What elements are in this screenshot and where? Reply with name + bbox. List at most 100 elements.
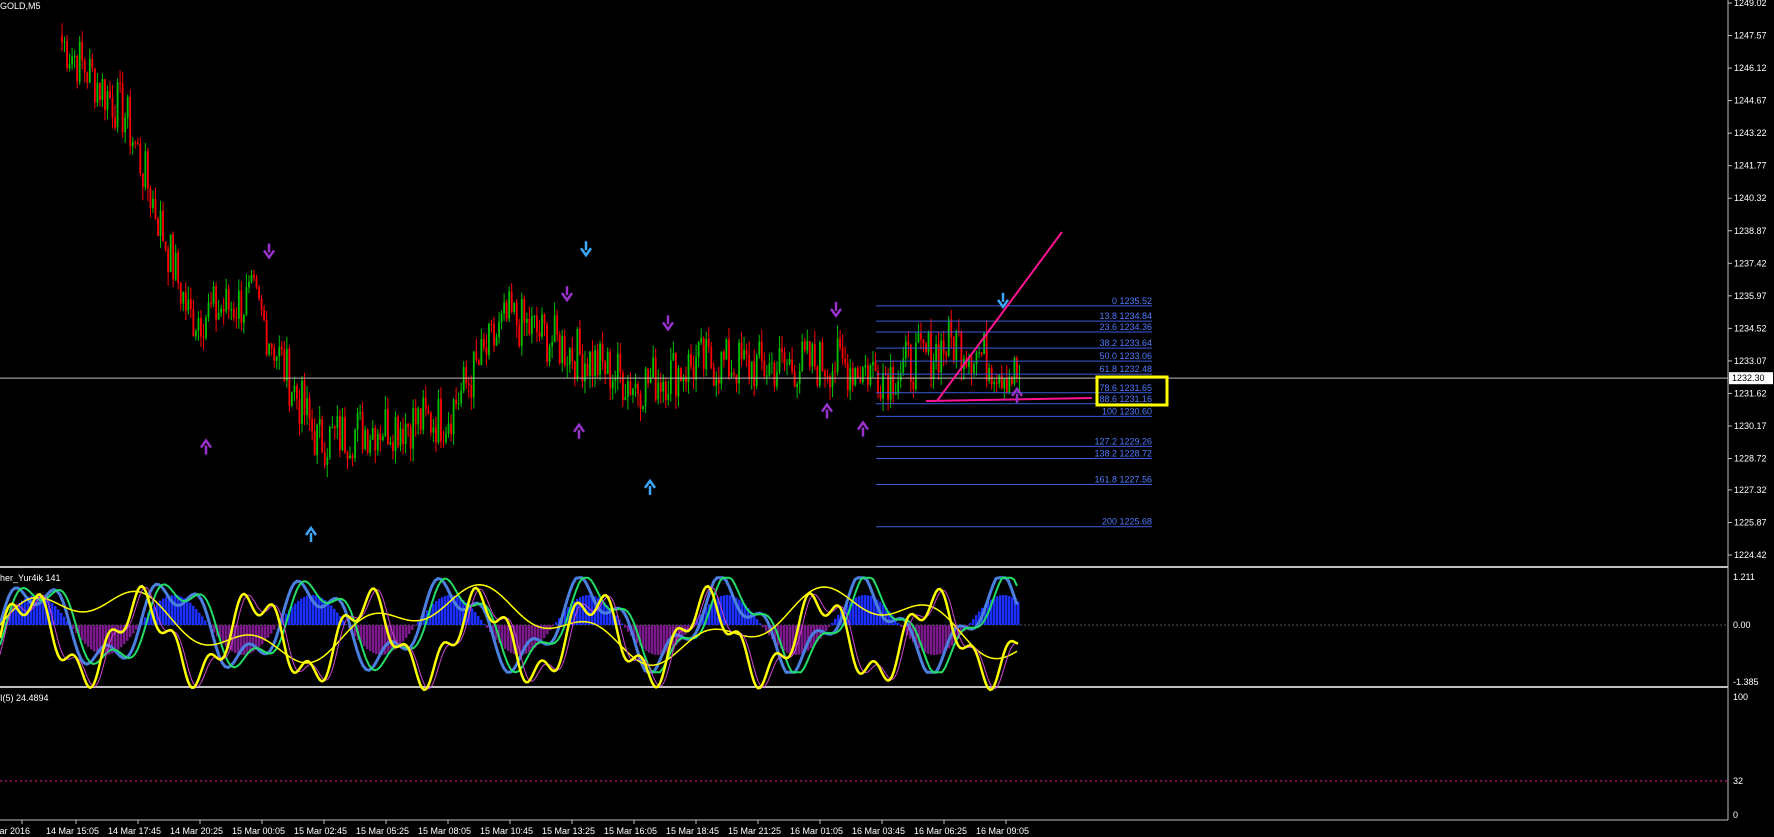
candle-body bbox=[432, 427, 435, 433]
candle-body bbox=[480, 339, 483, 366]
candle-body bbox=[472, 351, 475, 398]
candle-body bbox=[490, 323, 493, 325]
candle-body bbox=[920, 333, 922, 340]
indicator1-bar bbox=[729, 595, 732, 625]
candle-body bbox=[184, 291, 187, 311]
candle-body bbox=[311, 419, 314, 432]
candle-body bbox=[197, 317, 200, 331]
price-tick-label: 1238.87 bbox=[1734, 226, 1767, 236]
candle-body bbox=[626, 381, 629, 398]
candle-body bbox=[735, 374, 738, 384]
price-tick-label: 1234.52 bbox=[1734, 323, 1767, 333]
candle-body bbox=[568, 348, 571, 365]
indicator1-bar bbox=[273, 625, 276, 630]
indicator1-bar bbox=[297, 600, 300, 625]
candle-body bbox=[301, 380, 303, 424]
candle-body bbox=[508, 291, 511, 319]
fib-level-label: 138.2 1228.72 bbox=[1094, 449, 1152, 459]
indicator1-bar bbox=[552, 625, 555, 627]
indicator1-bar bbox=[405, 625, 408, 638]
candle-body bbox=[680, 368, 682, 382]
candle-body bbox=[596, 350, 599, 375]
chart-canvas[interactable]: 0 1235.52 13.8 1234.8423.6 1234.36 38.2 12… bbox=[0, 0, 1774, 837]
candle-body bbox=[993, 382, 996, 385]
candle-body bbox=[227, 289, 230, 310]
candle-body bbox=[399, 428, 402, 446]
candle-body bbox=[392, 442, 394, 451]
candle-body bbox=[561, 336, 564, 364]
indicator1-bar bbox=[345, 624, 348, 625]
indicator1-bar bbox=[1017, 601, 1020, 625]
candle-body bbox=[207, 302, 210, 318]
price-tick-label: 1227.32 bbox=[1734, 485, 1767, 495]
candle-body bbox=[101, 79, 104, 100]
candle-body bbox=[975, 352, 978, 365]
candle-body bbox=[932, 361, 935, 379]
indicator1-bar bbox=[999, 595, 1002, 625]
indicator1-bar bbox=[162, 598, 165, 625]
candle-body bbox=[856, 368, 859, 379]
candle-body bbox=[250, 274, 253, 282]
candle-body bbox=[351, 455, 354, 459]
candle-body bbox=[952, 337, 955, 361]
candle-body bbox=[308, 398, 311, 420]
candle-body bbox=[412, 408, 415, 449]
indicator1-bar bbox=[243, 625, 246, 655]
candle-body bbox=[154, 198, 157, 219]
indicator1-bar bbox=[414, 625, 417, 626]
indicator1-bar bbox=[306, 595, 309, 625]
candle-body bbox=[333, 426, 336, 429]
candle-body bbox=[854, 368, 857, 386]
candle-body bbox=[700, 338, 703, 343]
candle-body bbox=[253, 274, 255, 278]
price-tick-label: 1240.32 bbox=[1734, 193, 1767, 203]
indicator1-bar bbox=[270, 625, 273, 634]
indicator1-bar bbox=[897, 622, 900, 625]
candle-body bbox=[424, 397, 427, 409]
price-tick-label: 1243.22 bbox=[1734, 128, 1767, 138]
candle-body bbox=[71, 56, 74, 65]
indicator1-bar bbox=[195, 609, 198, 625]
current-price-label: 1232.30 bbox=[1732, 373, 1765, 383]
time-tick-label: Mar 2016 bbox=[0, 826, 30, 836]
indicator1-bar bbox=[237, 625, 240, 655]
candle-body bbox=[586, 363, 589, 377]
candle-body bbox=[788, 359, 791, 364]
price-tick-label: 1249.02 bbox=[1734, 0, 1767, 8]
indicator1-bar bbox=[642, 625, 645, 649]
candle-body bbox=[268, 343, 271, 355]
candle-body bbox=[874, 361, 877, 372]
price-tick-label: 1241.77 bbox=[1734, 161, 1767, 171]
indicator1-bar bbox=[129, 625, 132, 638]
indicator1-bar bbox=[336, 612, 339, 625]
time-tick-label: 15 Mar 10:45 bbox=[480, 826, 533, 836]
indicator1-bar bbox=[198, 612, 201, 625]
candle-body bbox=[702, 338, 705, 370]
candle-body bbox=[662, 381, 665, 392]
candle-body bbox=[66, 41, 68, 69]
candle-body bbox=[172, 234, 175, 280]
price-tick-label: 1244.67 bbox=[1734, 96, 1767, 106]
indicator2-tick-max: 100 bbox=[1733, 692, 1748, 702]
candle-body bbox=[270, 343, 273, 348]
candle-body bbox=[485, 347, 488, 356]
candle-body bbox=[1013, 358, 1016, 384]
indicator1-bar bbox=[204, 620, 207, 625]
fib-level-label: 13.8 1234.84 bbox=[1099, 311, 1152, 321]
time-tick-label: 15 Mar 18:45 bbox=[666, 826, 719, 836]
indicator1-bar bbox=[828, 625, 831, 627]
candle-body bbox=[460, 390, 463, 404]
candle-body bbox=[672, 353, 675, 361]
candle-body bbox=[942, 340, 945, 354]
candle-body bbox=[119, 82, 122, 84]
indicator1-tick-max: 1.211 bbox=[1733, 572, 1755, 582]
candle-body bbox=[376, 433, 379, 451]
indicator2-tick-min: 0 bbox=[1733, 810, 1738, 820]
candle-body bbox=[126, 96, 129, 118]
candle-body bbox=[78, 41, 81, 82]
indicator1-bar bbox=[855, 597, 858, 625]
candle-body bbox=[323, 452, 326, 465]
candle-body bbox=[404, 423, 407, 445]
candle-body bbox=[821, 342, 824, 372]
indicator1-bar bbox=[936, 625, 939, 655]
